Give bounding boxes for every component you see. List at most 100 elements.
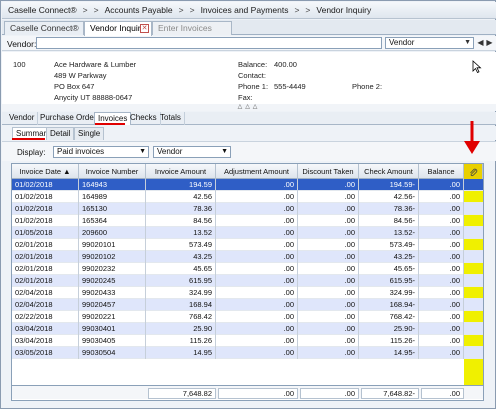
cell-check-amount: 45.65-: [359, 263, 419, 275]
table-row[interactable]: 01/05/2018 209600 13.52.00.00 13.52- .00: [12, 227, 483, 239]
cell-invoice-amount: 768.42: [146, 311, 216, 323]
total-adjustment-amount: .00: [218, 388, 298, 399]
cell-invoice-amount: 42.56: [146, 191, 216, 203]
cell-invoice-amount: 194.59: [146, 179, 216, 191]
vendor-search-input[interactable]: [36, 37, 382, 49]
tab-detail[interactable]: Detail: [46, 127, 75, 140]
column-header-balance[interactable]: Balance: [419, 164, 464, 179]
close-icon[interactable]: ✕: [140, 24, 149, 33]
fax-label: Fax:: [238, 93, 253, 102]
vendor-label: Vendor:: [7, 39, 37, 49]
sub-tabs: Summary Detail Single: [2, 126, 496, 140]
paperclip-icon[interactable]: [464, 164, 483, 179]
cell-invoice-date: 02/01/2018: [12, 239, 79, 251]
cell-adjustment-amount: .00: [216, 287, 298, 299]
phone2-label: Phone 2:: [352, 82, 383, 91]
cell-balance: .00: [419, 299, 464, 311]
cell-invoice-number: 99020433: [79, 287, 146, 299]
phone1-value: 555-4449: [274, 82, 306, 91]
invoice-grid: Invoice Date ▲ Invoice Number Invoice Am…: [11, 163, 484, 401]
table-row[interactable]: 03/04/2018 99030401 25.90.00.00 25.90- .00: [12, 323, 483, 335]
tab-checks[interactable]: Checks: [127, 112, 161, 125]
cell-balance: .00: [419, 335, 464, 347]
table-row[interactable]: 02/01/2018 99020245 615.95.00.00 615.95- .00: [12, 275, 483, 287]
display-filter-select[interactable]: Paid invoices ▼: [53, 146, 149, 158]
cell-invoice-number: 165130: [79, 203, 146, 215]
cell-balance: .00: [419, 203, 464, 215]
table-row[interactable]: 03/04/2018 99030405 115.26.00.00 115.26- .00: [12, 335, 483, 347]
table-row[interactable]: 01/02/2018 165130 78.36.00.00 78.36- .00: [12, 203, 483, 215]
table-row[interactable]: 01/02/2018 164943 194.59.00.00 194.59- .00: [12, 179, 483, 191]
chevron-down-icon: ▼: [221, 148, 228, 155]
cell-discount-taken: .00: [298, 263, 359, 275]
vendor-inquiry-window: Caselle Connect® > > Accounts Payable > …: [0, 0, 496, 409]
cell-discount-taken: .00: [298, 299, 359, 311]
breadcrumb-home[interactable]: Caselle Connect®: [8, 5, 77, 15]
table-row[interactable]: 02/01/2018 99020102 43.25.00.00 43.25- .00: [12, 251, 483, 263]
cell-adjustment-amount: .00: [216, 191, 298, 203]
vendor-address-2: PO Box 647: [54, 82, 95, 91]
cell-check-amount: 115.26-: [359, 335, 419, 347]
cell-check-amount: 14.95-: [359, 347, 419, 359]
cell-invoice-date: 02/22/2018: [12, 311, 79, 323]
column-header-invoice-date[interactable]: Invoice Date ▲: [12, 164, 79, 179]
table-row[interactable]: 02/22/2018 99020221 768.42.00.00 768.42- .00: [12, 311, 483, 323]
vendor-search-mode-select[interactable]: Vendor ▼: [385, 37, 474, 49]
cell-check-amount: 43.25-: [359, 251, 419, 263]
cell-invoice-number: 99030504: [79, 347, 146, 359]
table-row[interactable]: 01/02/2018 164989 42.56.00.00 42.56- .00: [12, 191, 483, 203]
breadcrumb-separator: >: [82, 5, 88, 15]
cell-balance: .00: [419, 263, 464, 275]
tab-totals[interactable]: Totals: [157, 112, 185, 125]
table-row[interactable]: 01/02/2018 165364 84.56.00.00 84.56- .00: [12, 215, 483, 227]
cell-invoice-date: 02/04/2018: [12, 299, 79, 311]
cell-adjustment-amount: .00: [216, 203, 298, 215]
vendor-address-1: 489 W Parkway: [54, 71, 107, 80]
table-row[interactable]: 03/05/2018 99030504 14.95.00.00 14.95- .00: [12, 347, 483, 359]
cell-check-amount: 768.42-: [359, 311, 419, 323]
cell-invoice-amount: 25.90: [146, 323, 216, 335]
table-row[interactable]: 02/04/2018 99020457 168.94.00.00 168.94- .00: [12, 299, 483, 311]
tab-single[interactable]: Single: [74, 127, 105, 140]
column-header-discount-taken[interactable]: Discount Taken: [298, 164, 359, 179]
breadcrumb: Caselle Connect® > > Accounts Payable > …: [2, 2, 496, 19]
cell-invoice-number: 164989: [79, 191, 146, 203]
cell-balance: .00: [419, 251, 464, 263]
cell-invoice-amount: 78.36: [146, 203, 216, 215]
tab-enter-invoices[interactable]: Enter Invoices: [152, 21, 232, 35]
cell-adjustment-amount: .00: [216, 323, 298, 335]
column-header-invoice-amount[interactable]: Invoice Amount: [146, 164, 216, 179]
breadcrumb-invoices-and-payments[interactable]: Invoices and Payments: [201, 5, 289, 15]
cell-invoice-date: 03/04/2018: [12, 335, 79, 347]
cell-check-amount: 168.94-: [359, 299, 419, 311]
tab-vendor[interactable]: Vendor: [6, 112, 39, 125]
invoices-tab-highlight: [95, 123, 125, 125]
table-row[interactable]: 02/01/2018 99020232 45.65.00.00 45.65- .00: [12, 263, 483, 275]
tab-vendor-inquiry[interactable]: Vendor Inquiry ✕: [84, 21, 152, 36]
prev-icon[interactable]: ◀: [476, 37, 485, 49]
column-header-invoice-number[interactable]: Invoice Number: [79, 164, 146, 179]
cell-invoice-amount: 168.94: [146, 299, 216, 311]
grid-header: Invoice Date ▲ Invoice Number Invoice Am…: [12, 164, 483, 179]
collapse-handle-icon[interactable]: △△△: [2, 104, 496, 111]
total-invoice-amount: 7,648.82: [148, 388, 216, 399]
display-mode-select[interactable]: Vendor ▼: [153, 146, 231, 158]
next-icon[interactable]: ▶: [485, 37, 494, 49]
breadcrumb-accounts-payable[interactable]: Accounts Payable: [105, 5, 173, 15]
window-tabs: Caselle Connect® Vendor Inquiry ✕ Enter …: [2, 20, 496, 36]
summary-tab-highlight: [12, 138, 45, 140]
table-row[interactable]: 02/01/2018 99020101 573.49.00.00 573.49- .00: [12, 239, 483, 251]
table-row[interactable]: 02/04/2018 99020433 324.99.00.00 324.99- .00: [12, 287, 483, 299]
cell-check-amount: 194.59-: [359, 179, 419, 191]
cell-invoice-number: 209600: [79, 227, 146, 239]
display-label: Display:: [17, 148, 46, 157]
cell-invoice-amount: 115.26: [146, 335, 216, 347]
cell-discount-taken: .00: [298, 275, 359, 287]
breadcrumb-separator: >: [93, 5, 99, 15]
column-header-adjustment-amount[interactable]: Adjustment Amount: [216, 164, 298, 179]
column-header-check-amount[interactable]: Check Amount: [359, 164, 419, 179]
tab-caselle-connect[interactable]: Caselle Connect®: [4, 21, 84, 35]
cell-invoice-date: 02/04/2018: [12, 287, 79, 299]
cell-balance: .00: [419, 227, 464, 239]
cell-discount-taken: .00: [298, 311, 359, 323]
